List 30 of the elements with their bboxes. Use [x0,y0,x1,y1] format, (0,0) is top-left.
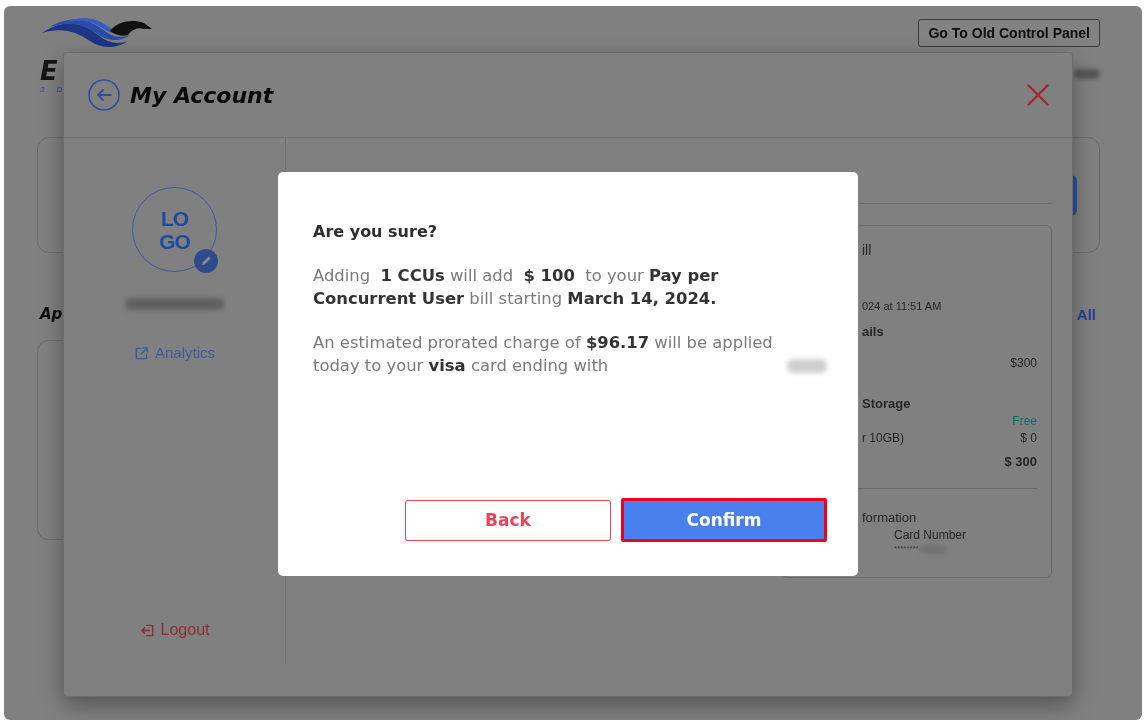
storage-price: $ 0 [1020,431,1037,445]
bill-total: $ 300 [1004,454,1037,469]
back-button[interactable]: Back [405,499,611,541]
dialog-title: Are you sure? [313,221,437,243]
edit-pencil-icon[interactable] [194,249,218,273]
free-label: Free [1012,414,1037,428]
logo-tagline: 3 D [40,85,68,95]
confirm-button[interactable]: Confirm [621,498,827,542]
old-control-panel-button[interactable]: Go To Old Control Panel [918,19,1100,47]
details-heading: ails [862,324,884,339]
logo-text: E [40,57,58,85]
storage-label: r 10GB) [862,431,904,445]
storage-heading: Storage [862,396,911,411]
section-heading: Ap [40,305,63,323]
dialog-message: Adding 1 CCUs will add $ 100 to your Pay per Concurrent User bill starting March 14, 2024. [313,265,720,310]
payment-heading: formation [862,510,917,525]
bill-title: ill [862,242,872,258]
logo-text: LO GO [159,206,190,253]
dialog-message: An estimated prorated charge of $96.17 will be applied today to your visa card ending with [313,332,774,377]
logout-link[interactable]: Logout [139,620,210,640]
card-number-mask: ******** [894,544,919,554]
redacted-username [1074,69,1100,79]
view-all-link[interactable]: All [1076,305,1096,323]
modal-title: My Account [130,82,274,108]
external-link-icon [134,345,149,361]
logout-icon [139,622,155,638]
close-icon[interactable] [1027,84,1049,106]
bill-date: 024 at 11:51 AM [862,300,942,313]
ccu-price: $300 [1010,356,1037,370]
card-number-label: Card Number [894,528,967,542]
